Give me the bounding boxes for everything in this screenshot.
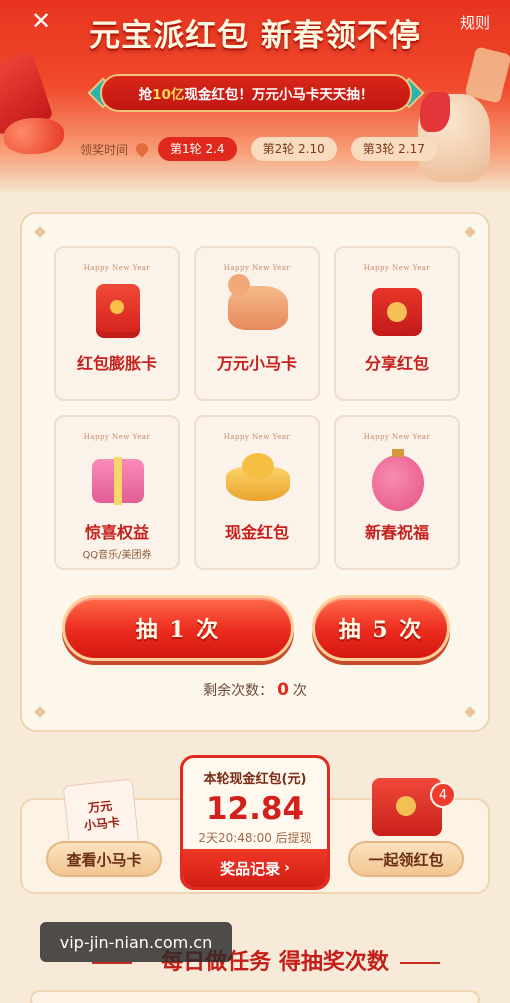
round-label: 领奖时间 xyxy=(80,142,129,157)
cash-title: 本轮现金红包(元) xyxy=(203,772,307,787)
header: ✕ 元宝派红包 新春领不停 规则 抢 10亿 现金红包！万元小马卡天天抽！ 领奖… xyxy=(0,0,510,192)
round-tab-3[interactable]: 第3轮 2.17 xyxy=(350,137,437,161)
corner-ornament xyxy=(34,706,46,718)
lantern-icon xyxy=(372,449,424,511)
card-header-text: Happy New Year xyxy=(223,433,291,441)
prize-subtitle: QQ音乐/美团券 xyxy=(82,550,152,561)
card-header-text: Happy New Year xyxy=(83,433,151,441)
corner-ornament xyxy=(464,706,476,718)
corner-ornament xyxy=(34,226,46,238)
cash-amount: 12.84 xyxy=(205,791,305,827)
pony-card-line2: 小马卡 xyxy=(83,815,121,833)
remaining-label: 剩余次数： xyxy=(203,683,274,699)
rules-link[interactable]: 规则 xyxy=(460,12,490,33)
prize-card-inflate: Happy New Year 红包膨胀卡 xyxy=(54,246,180,401)
koi-decoration xyxy=(4,118,64,154)
prize-card-blessing: Happy New Year 新春祝福 xyxy=(334,415,460,570)
round-tab-2[interactable]: 第2轮 2.10 xyxy=(250,137,337,161)
share-envelope-icon xyxy=(372,288,422,336)
banner-prefix: 抢 xyxy=(138,87,153,103)
gold-ingot-icon xyxy=(226,453,290,501)
prize-name: 新春祝福 xyxy=(364,523,429,542)
prize-name: 分享红包 xyxy=(364,354,429,373)
card-header-text: Happy New Year xyxy=(363,433,431,441)
prize-card-surprise: Happy New Year 惊喜权益 QQ音乐/美团券 xyxy=(54,415,180,570)
prize-records-button[interactable]: 奖品记录 › xyxy=(183,849,327,887)
draw-five-button[interactable]: 抽 5 次 xyxy=(312,595,450,661)
remaining-draws: 剩余次数： 0 次 xyxy=(22,680,488,700)
card-header-text: Happy New Year xyxy=(83,264,151,272)
round-selector: 领奖时间 第1轮 2.4 第2轮 2.10 第3轮 2.17 xyxy=(80,136,451,162)
withdraw-countdown: 2天20:48:00 后提现 xyxy=(198,831,312,845)
pony-icon xyxy=(228,274,288,330)
draw-once-button[interactable]: 抽 1 次 xyxy=(62,595,294,661)
prize-name: 万元小马卡 xyxy=(216,354,297,373)
corner-ornament xyxy=(464,226,476,238)
location-pin-icon xyxy=(133,140,151,158)
title-divider-right xyxy=(400,962,440,964)
cash-envelope-card: 本轮现金红包(元) 12.84 2天20:48:00 后提现 奖品记录 › xyxy=(180,755,330,890)
prize-grid: Happy New Year 红包膨胀卡 Happy New Year 万元小马… xyxy=(54,246,460,570)
gift-box-icon xyxy=(92,457,144,505)
promo-banner: 抢 10亿 现金红包！万元小马卡天天抽！ xyxy=(100,74,412,112)
view-pony-card-button[interactable]: 查看小马卡 xyxy=(46,841,162,877)
prize-name: 惊喜权益 xyxy=(84,523,149,542)
prize-card-pony: Happy New Year 万元小马卡 xyxy=(194,246,320,401)
inflate-envelope-icon xyxy=(96,284,140,338)
watermark: vip-jin-nian.com.cn xyxy=(40,922,232,962)
notification-badge: 4 xyxy=(430,782,456,808)
page-title: 元宝派红包 新春领不停 xyxy=(89,18,421,54)
round-tab-1[interactable]: 第1轮 2.4 xyxy=(158,137,237,161)
prize-card-cash: Happy New Year 现金红包 xyxy=(194,415,320,570)
horse-mane-decoration xyxy=(420,92,450,132)
prize-card-share: Happy New Year 分享红包 xyxy=(334,246,460,401)
prize-records-label: 奖品记录 xyxy=(220,859,281,878)
collect-together-button[interactable]: 一起领红包 xyxy=(348,841,464,877)
card-header-text: Happy New Year xyxy=(223,264,291,272)
prize-name: 红包膨胀卡 xyxy=(76,354,157,373)
prize-name: 现金红包 xyxy=(224,523,289,542)
remaining-unit: 次 xyxy=(292,683,307,699)
prize-panel: Happy New Year 红包膨胀卡 Happy New Year 万元小马… xyxy=(20,212,490,732)
remaining-count: 0 xyxy=(277,680,289,700)
chevron-right-icon: › xyxy=(284,860,290,876)
task-panel-peek xyxy=(30,990,480,1003)
banner-suffix: 现金红包！万元小马卡天天抽！ xyxy=(184,87,374,103)
card-header-text: Happy New Year xyxy=(363,264,431,272)
banner-highlight: 10亿 xyxy=(152,87,185,103)
